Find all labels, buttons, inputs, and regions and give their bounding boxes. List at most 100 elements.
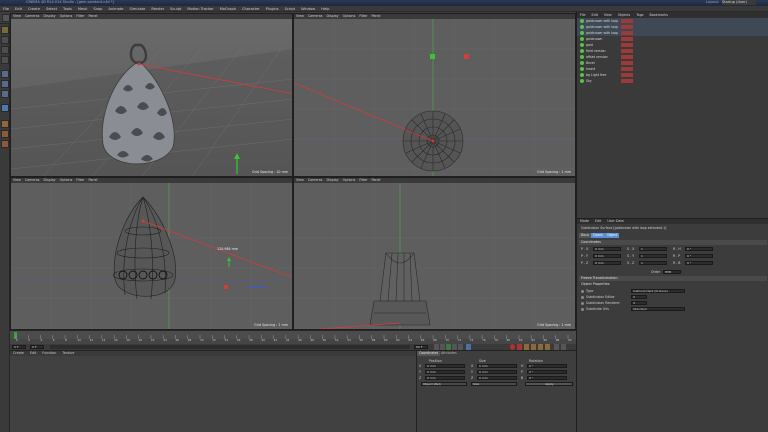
snap-icon[interactable] bbox=[1, 130, 9, 138]
menu-item-animate[interactable]: Animate bbox=[105, 6, 126, 11]
property-radio-icon[interactable] bbox=[581, 290, 584, 293]
viewport-front[interactable]: ViewCamerasDisplayOptionsFilterPanel Fro… bbox=[293, 177, 576, 330]
menu-item-simulate[interactable]: Simulate bbox=[126, 6, 148, 11]
object-row[interactable]: Sky bbox=[577, 78, 768, 84]
locked-workplane-icon[interactable] bbox=[1, 140, 9, 148]
size-mode-select[interactable]: Size bbox=[471, 382, 517, 386]
size-field[interactable]: 0 mm bbox=[477, 364, 517, 368]
tab-attributes[interactable]: Attributes bbox=[439, 351, 459, 356]
property-field[interactable]: Standard bbox=[631, 307, 685, 311]
object-visibility-icon[interactable] bbox=[580, 61, 584, 65]
position-attr-field[interactable]: 0 mm bbox=[593, 247, 621, 251]
attribute-menu-edit[interactable]: Edit bbox=[592, 219, 604, 224]
polygons-mode-icon[interactable] bbox=[1, 90, 9, 98]
menu-item-window[interactable]: Window bbox=[298, 6, 318, 11]
menu-item-character[interactable]: Character bbox=[239, 6, 263, 11]
undo-icon[interactable] bbox=[2, 14, 10, 22]
scale-attr-field[interactable]: 1 bbox=[639, 254, 667, 258]
material-tag-icon[interactable] bbox=[621, 19, 633, 23]
workplane-icon[interactable] bbox=[1, 56, 9, 64]
menu-item-edit[interactable]: Edit bbox=[12, 6, 25, 11]
size-field[interactable]: 0 mm bbox=[477, 376, 517, 380]
viewport-top[interactable]: ViewCamerasDisplayOptionsFilterPanel Top… bbox=[293, 13, 576, 177]
property-radio-icon[interactable] bbox=[581, 308, 584, 311]
material-tag-icon[interactable] bbox=[621, 49, 633, 53]
material-menu-function[interactable]: Function bbox=[39, 351, 59, 356]
rotation-field[interactable]: 0 ° bbox=[527, 364, 567, 368]
texture-mode-icon[interactable] bbox=[1, 46, 9, 54]
attribute-menu-mode[interactable]: Mode bbox=[577, 219, 592, 224]
edges-mode-icon[interactable] bbox=[1, 80, 9, 88]
tab-coordinates[interactable]: Coordinates bbox=[417, 351, 441, 356]
scale-attr-field[interactable]: 1 bbox=[639, 247, 667, 251]
position-field[interactable]: 0 mm bbox=[425, 370, 465, 374]
timeline[interactable]: 0 2 4 6 8 10 12 14 16 18 20 22 24 26 28 30 32 34 36 38 40 42 4… bbox=[10, 330, 576, 344]
material-tag-icon[interactable] bbox=[621, 67, 633, 71]
material-tag-icon[interactable] bbox=[621, 25, 633, 29]
menu-item-file[interactable]: File bbox=[0, 6, 12, 11]
size-field[interactable]: 0 mm bbox=[477, 370, 517, 374]
property-field[interactable]: 4 bbox=[631, 301, 647, 305]
menu-item-snap[interactable]: Snap bbox=[90, 6, 105, 11]
viewport-perspective[interactable]: ViewCamerasDisplayOptionsFilterPanel Per… bbox=[10, 13, 293, 177]
layout-select[interactable]: Startup (User) bbox=[722, 0, 756, 5]
material-tag-icon[interactable] bbox=[621, 55, 633, 59]
attribute-menu-user-data[interactable]: User Data bbox=[604, 219, 626, 224]
position-attr-field[interactable]: 0 mm bbox=[593, 261, 621, 265]
menu-item-plugins[interactable]: Plugins bbox=[263, 6, 282, 11]
object-visibility-icon[interactable] bbox=[580, 55, 584, 59]
property-radio-icon[interactable] bbox=[581, 296, 584, 299]
object-visibility-icon[interactable] bbox=[580, 43, 584, 47]
material-tag-icon[interactable] bbox=[621, 31, 633, 35]
object-name[interactable]: Sky bbox=[586, 78, 592, 84]
coordinate-mode-select[interactable]: Object (Rel) bbox=[421, 382, 467, 386]
material-tag-icon[interactable] bbox=[621, 43, 633, 47]
object-visibility-icon[interactable] bbox=[580, 49, 584, 53]
rotation-attr-field[interactable]: 0 ° bbox=[685, 247, 713, 251]
object-visibility-icon[interactable] bbox=[580, 25, 584, 29]
menu-item-mograph[interactable]: MoGraph bbox=[217, 6, 239, 11]
frame-range-slider[interactable] bbox=[50, 345, 410, 349]
points-mode-icon[interactable] bbox=[1, 70, 9, 78]
position-field[interactable]: 0 mm bbox=[425, 376, 465, 380]
frame-end-field[interactable]: 90 F bbox=[414, 345, 428, 349]
rotation-attr-field[interactable]: 0 ° bbox=[685, 261, 713, 265]
coordinates-section[interactable]: Coordinates bbox=[579, 240, 767, 245]
frame-start-field[interactable]: 0 F bbox=[12, 345, 26, 349]
object-visibility-icon[interactable] bbox=[580, 19, 584, 23]
order-select[interactable]: HPB bbox=[663, 270, 681, 274]
material-menu-edit[interactable]: Edit bbox=[27, 351, 39, 356]
property-field[interactable]: 2 bbox=[631, 295, 647, 299]
freeze-section[interactable]: Freeze Transformation bbox=[579, 276, 767, 281]
menu-item-sculpt[interactable]: Sculpt bbox=[167, 6, 184, 11]
apply-button[interactable]: Apply bbox=[525, 382, 573, 386]
menu-item-help[interactable]: Help bbox=[318, 6, 332, 11]
scale-attr-field[interactable]: 1 bbox=[639, 261, 667, 265]
object-visibility-icon[interactable] bbox=[580, 67, 584, 71]
property-field[interactable]: Catmull-Clark (N-Gons) bbox=[631, 289, 685, 293]
tab-basic[interactable]: Basic bbox=[579, 233, 592, 238]
menu-item-create[interactable]: Create bbox=[25, 6, 43, 11]
menu-item-tools[interactable]: Tools bbox=[60, 6, 75, 11]
viewport-right[interactable]: ViewCamerasDisplayOptionsFilterPanel Rig… bbox=[10, 177, 293, 330]
position-attr-field[interactable]: 0 mm bbox=[593, 254, 621, 258]
tab-coord[interactable]: Coord. bbox=[591, 233, 606, 238]
tweak-mode-icon[interactable] bbox=[1, 120, 9, 128]
current-frame-field[interactable]: 0 F bbox=[30, 345, 44, 349]
axis-mode-icon[interactable] bbox=[1, 104, 9, 112]
material-tag-icon[interactable] bbox=[621, 73, 633, 77]
model-mode-icon[interactable] bbox=[1, 36, 9, 44]
object-visibility-icon[interactable] bbox=[580, 31, 584, 35]
menu-item-script[interactable]: Script bbox=[282, 6, 298, 11]
rotation-attr-field[interactable]: 0 ° bbox=[685, 254, 713, 258]
rotation-field[interactable]: 0 ° bbox=[527, 376, 567, 380]
menu-item-mesh[interactable]: Mesh bbox=[75, 6, 90, 11]
material-menu-create[interactable]: Create bbox=[10, 351, 27, 356]
menu-item-select[interactable]: Select bbox=[43, 6, 60, 11]
object-visibility-icon[interactable] bbox=[580, 37, 584, 41]
property-radio-icon[interactable] bbox=[581, 302, 584, 305]
material-menu-texture[interactable]: Texture bbox=[59, 351, 77, 356]
make-editable-icon[interactable] bbox=[1, 26, 9, 34]
material-tag-icon[interactable] bbox=[621, 37, 633, 41]
menu-item-render[interactable]: Render bbox=[148, 6, 167, 11]
